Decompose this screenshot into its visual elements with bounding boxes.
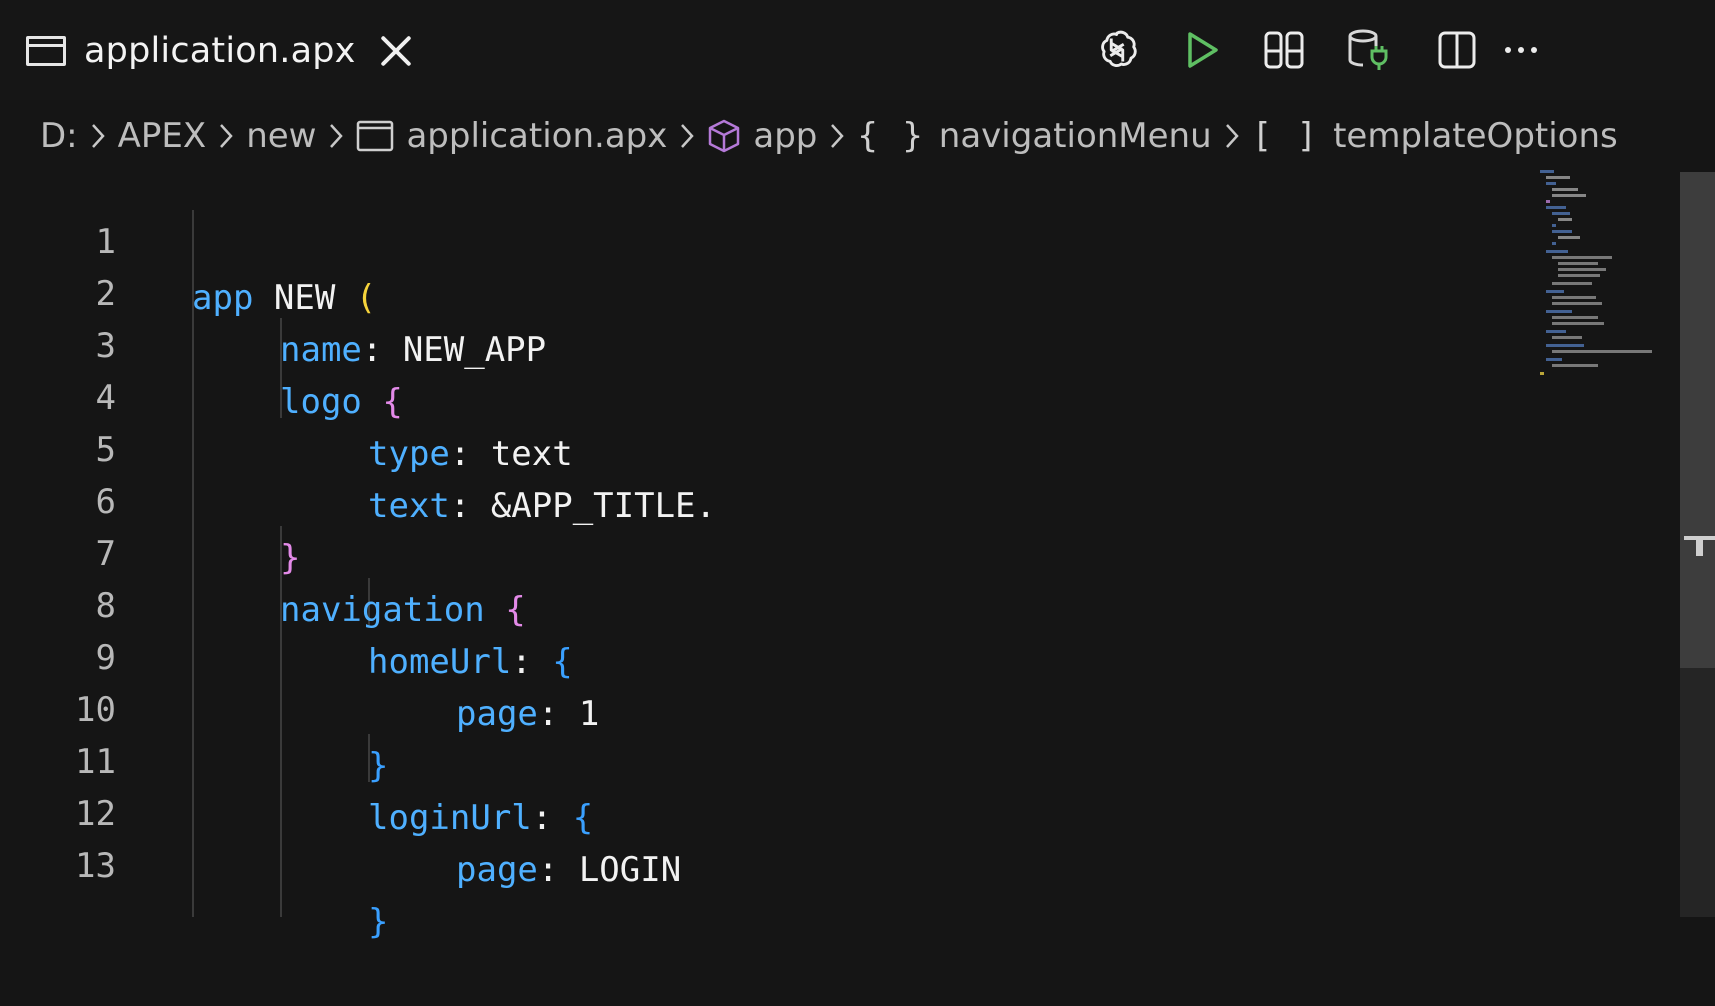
breadcrumb-symbol-template-options[interactable]: [ ] templateOptions — [1252, 116, 1618, 156]
database-plug-icon[interactable] — [1341, 22, 1397, 78]
code-token: } — [368, 902, 389, 942]
line-number: 13 — [75, 846, 116, 886]
breadcrumb-folder-apex[interactable]: APEX — [118, 116, 207, 156]
breadcrumb-symbol-navigation-menu-label: navigationMenu — [938, 116, 1212, 156]
cube-icon — [707, 118, 741, 154]
code-line: 6 } — [0, 418, 1500, 578]
array-brackets-icon: [ ] — [1251, 116, 1320, 156]
tab-label: application.apx — [84, 31, 356, 71]
code-line: 7 navigation { — [0, 470, 1500, 630]
breadcrumb-symbol-navigation-menu[interactable]: { } navigationMenu — [857, 116, 1211, 156]
chevron-right-icon — [90, 122, 106, 150]
file-icon — [26, 36, 66, 66]
code-token: page — [456, 850, 538, 890]
breadcrumb: D: APEX new application.apx app { } navi… — [40, 108, 1618, 164]
code-line: 9 page: 1 — [0, 574, 1500, 734]
chevron-right-icon — [829, 122, 845, 150]
editor-tab[interactable]: application.apx — [26, 24, 414, 78]
object-braces-icon: { } — [857, 116, 925, 156]
scrollbar-thumb[interactable] — [1680, 172, 1715, 668]
code-editor[interactable]: 1 app NEW ( 2 name: NEW_APP 3 logo { 4 t… — [0, 158, 1680, 942]
vertical-scrollbar[interactable] — [1680, 172, 1715, 917]
split-editor-icon[interactable] — [1429, 22, 1485, 78]
breadcrumb-file-label: application.apx — [406, 116, 668, 156]
code-line: 11 loginUrl: { — [0, 678, 1500, 838]
tab-bar: application.apx — [0, 0, 1715, 100]
layout-icon[interactable] — [1256, 22, 1312, 78]
chevron-right-icon — [1224, 122, 1240, 150]
chevron-right-icon — [328, 122, 344, 150]
code-line: 2 name: NEW_APP — [0, 210, 1500, 370]
code-line: 8 homeUrl: { — [0, 522, 1500, 682]
chevron-right-icon — [679, 122, 695, 150]
breadcrumb-symbol-template-options-label: templateOptions — [1333, 116, 1618, 156]
code-line: 12 page: LOGIN — [0, 730, 1500, 890]
breadcrumb-symbol-app-label: app — [753, 116, 818, 156]
minimap[interactable] — [1540, 170, 1660, 390]
breadcrumb-file[interactable]: application.apx — [356, 116, 667, 156]
openai-icon[interactable] — [1089, 22, 1145, 78]
scroll-position-marker — [1684, 536, 1715, 556]
code-line: 1 app NEW ( — [0, 158, 1500, 318]
code-line: 3 logo { — [0, 262, 1500, 422]
breadcrumb-symbol-app[interactable]: app — [707, 116, 817, 156]
code-line: 5 text: &APP_TITLE. — [0, 366, 1500, 526]
code-line: 10 } — [0, 626, 1500, 786]
code-line: 13 } — [0, 782, 1500, 942]
close-icon[interactable] — [378, 33, 414, 69]
breadcrumb-drive[interactable]: D: — [40, 116, 78, 156]
code-line: 4 type: text — [0, 314, 1500, 474]
code-token: : LOGIN — [537, 850, 682, 890]
file-icon — [356, 120, 394, 152]
chevron-right-icon — [218, 122, 234, 150]
breadcrumb-folder-new[interactable]: new — [246, 116, 316, 156]
more-icon[interactable] — [1493, 22, 1549, 78]
run-icon[interactable] — [1174, 22, 1230, 78]
